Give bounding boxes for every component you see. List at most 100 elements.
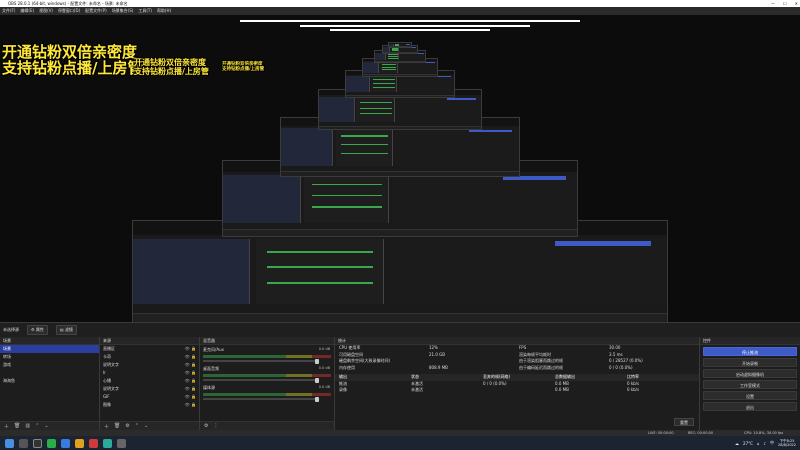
chevron-down-icon[interactable]: ⌄ (44, 423, 48, 429)
sources-footer: ＋ 🗑 ⚙ ⌃ ⌄ (100, 421, 199, 430)
eye-lock-icon[interactable]: 👁 🔒 (185, 353, 196, 361)
start-virtual-camera-button[interactable]: 启动虚拟摄像机 (703, 369, 797, 378)
stats-dock: 统计 CPU 使用率 12% FPS 30.00 可用磁盘空间 21.0 GB … (335, 337, 700, 430)
audio-mixer-dock: 混音器 麦克风/Aux 0.0 dB 桌面音频 0.0 dB 媒体源 0.0 d… (200, 337, 335, 430)
volume-slider[interactable] (203, 396, 319, 402)
window-title: OBS 28.0.1 (64-bit, windows) - 配置文件: 未命名… (8, 1, 128, 6)
app-icon[interactable] (117, 438, 126, 448)
menu-icon[interactable]: ⋮ (213, 423, 218, 429)
chevron-up-icon[interactable]: ⌃ (35, 423, 39, 429)
volume-meter (203, 355, 331, 358)
search-icon[interactable] (19, 438, 28, 448)
source-item[interactable]: 图像 👁 🔒 (100, 401, 199, 409)
app-icon[interactable] (89, 438, 98, 448)
table-cell: 0.0 MB (555, 387, 569, 392)
source-item[interactable]: 直播区 👁 🔒 (100, 345, 199, 353)
menu-help[interactable]: 帮助(H) (157, 8, 171, 14)
menu-edit[interactable]: 编辑(E) (20, 8, 34, 14)
trash-icon[interactable]: 🗑 (114, 423, 120, 429)
close-button[interactable]: ✕ (795, 0, 798, 7)
eye-lock-icon[interactable]: 👁 🔒 (185, 361, 196, 369)
folder-icon[interactable] (75, 438, 84, 448)
wechat-icon[interactable] (47, 438, 56, 448)
table-cell: 录像 (339, 387, 347, 392)
preview-canvas[interactable]: 开通钻粉双倍亲密度 支持钻粉点播/上房管 开通钻粉双倍亲密度 支持钻粉点播/上房… (0, 15, 800, 322)
scene-item[interactable]: 转场 (0, 353, 99, 361)
input-language[interactable]: 中 (770, 440, 774, 446)
mixer-title: 混音器 (200, 337, 334, 345)
stats-title: 统计 (335, 337, 699, 345)
eye-lock-icon[interactable]: 👁 🔒 (185, 385, 196, 393)
volume-meter (203, 374, 331, 377)
scene-item[interactable]: 场景 (0, 345, 99, 353)
settings-button[interactable]: 设置 (703, 391, 797, 400)
overlay-text-2: 支持钻粉点播/上房管 (2, 59, 143, 77)
windows-start-icon[interactable] (5, 438, 14, 448)
slider-knob[interactable] (315, 358, 319, 364)
start-recording-button[interactable]: 开始录制 (703, 358, 797, 367)
channel-name: 桌面音频 (203, 366, 219, 371)
window-titlebar: OBS 28.0.1 (64-bit, windows) - 配置文件: 未命名… (0, 0, 800, 7)
maximize-button[interactable]: ☐ (783, 0, 787, 7)
filters-label: 滤镜 (64, 327, 73, 332)
source-item[interactable]: 说明文字 👁 🔒 (100, 361, 199, 369)
trash-icon[interactable]: 🗑 (14, 423, 20, 429)
source-item[interactable]: Ir 👁 🔒 (100, 369, 199, 377)
add-icon[interactable]: ＋ (104, 423, 109, 430)
volume-slider[interactable] (203, 377, 319, 383)
gear-icon[interactable]: ⚙ (204, 423, 208, 429)
eye-lock-icon[interactable]: 👁 🔒 (185, 377, 196, 385)
source-item[interactable]: 卡奇 👁 🔒 (100, 353, 199, 361)
eye-lock-icon[interactable]: 👁 🔒 (185, 393, 196, 401)
minimize-button[interactable]: — (771, 0, 775, 7)
menu-tools[interactable]: 工具(T) (138, 8, 152, 14)
network-icon[interactable]: ⌂ (757, 441, 760, 446)
menu-docks[interactable]: 停靠窗口(D) (58, 8, 80, 14)
eye-lock-icon[interactable]: 👁 🔒 (185, 401, 196, 409)
mixer-channel: 媒体源 0.0 dB (200, 383, 334, 402)
menu-file[interactable]: 文件(F) (2, 8, 15, 14)
channel-db: 0.0 dB (318, 347, 330, 351)
table-row: 录像 未激活 0.0 MB 0 kb/s (335, 387, 699, 394)
gear-icon[interactable]: ⚙ (125, 423, 129, 429)
studio-mode-button[interactable]: 工作室模式 (703, 380, 797, 389)
channel-name: 媒体源 (203, 385, 215, 390)
chevron-up-icon[interactable]: ⌃ (135, 423, 139, 429)
mixer-channel: 麦克风/Aux 0.0 dB (200, 345, 334, 364)
overlay-echo-1: 开通钻粉双倍亲密度 (134, 58, 206, 67)
reset-button[interactable]: 重置 (674, 418, 694, 426)
properties-button[interactable]: ⚙ 属性 (27, 325, 48, 335)
eye-lock-icon[interactable]: 👁 🔒 (185, 369, 196, 377)
filter-icon[interactable]: ▥ (25, 423, 30, 429)
scene-item[interactable]: 海海鱼 (0, 377, 99, 385)
chevron-down-icon[interactable]: ⌄ (144, 423, 148, 429)
filters-button[interactable]: ▤ 滤镜 (55, 325, 77, 335)
slider-knob[interactable] (315, 396, 319, 402)
scene-item[interactable] (0, 369, 99, 377)
edge-icon[interactable] (103, 438, 112, 448)
app-icon[interactable] (61, 438, 70, 448)
exit-button[interactable]: 退出 (703, 402, 797, 411)
scene-item[interactable]: 游戏 (0, 361, 99, 369)
mixer-footer: ⚙ ⋮ (200, 421, 334, 430)
volume-slider[interactable] (203, 358, 319, 364)
source-item[interactable]: GIF 👁 🔒 (100, 393, 199, 401)
source-name: 卡奇 (103, 354, 111, 359)
taskbar: ☁ 27°C ⌂ ♪ 中 下午8:25 28/8/2022 (0, 436, 800, 450)
clock[interactable]: 下午8:25 28/8/2022 (778, 439, 796, 448)
source-item[interactable]: 说明文字 👁 🔒 (100, 385, 199, 393)
slider-knob[interactable] (315, 377, 319, 383)
nested-titlebar (240, 20, 580, 22)
menu-view[interactable]: 视图(V) (39, 8, 53, 14)
obs-icon[interactable] (33, 438, 42, 448)
menu-profile[interactable]: 配置文件(P) (85, 8, 107, 14)
menu-scene-collection[interactable]: 场景集合(S) (112, 8, 134, 14)
weather-icon[interactable]: ☁ (735, 441, 739, 446)
source-item[interactable]: 心播 👁 🔒 (100, 377, 199, 385)
sources-dock: 来源 直播区 👁 🔒 卡奇 👁 🔒 说明文字 👁 🔒 Ir 👁 🔒 心播 👁 🔒 说明文字… (100, 337, 200, 430)
system-tray: ☁ 27°C ⌂ ♪ 中 下午8:25 28/8/2022 (735, 436, 796, 450)
eye-lock-icon[interactable]: 👁 🔒 (185, 345, 196, 353)
volume-icon[interactable]: ♪ (763, 441, 766, 446)
stop-streaming-button[interactable]: 停止推流 (703, 347, 797, 356)
add-icon[interactable]: ＋ (4, 423, 9, 430)
